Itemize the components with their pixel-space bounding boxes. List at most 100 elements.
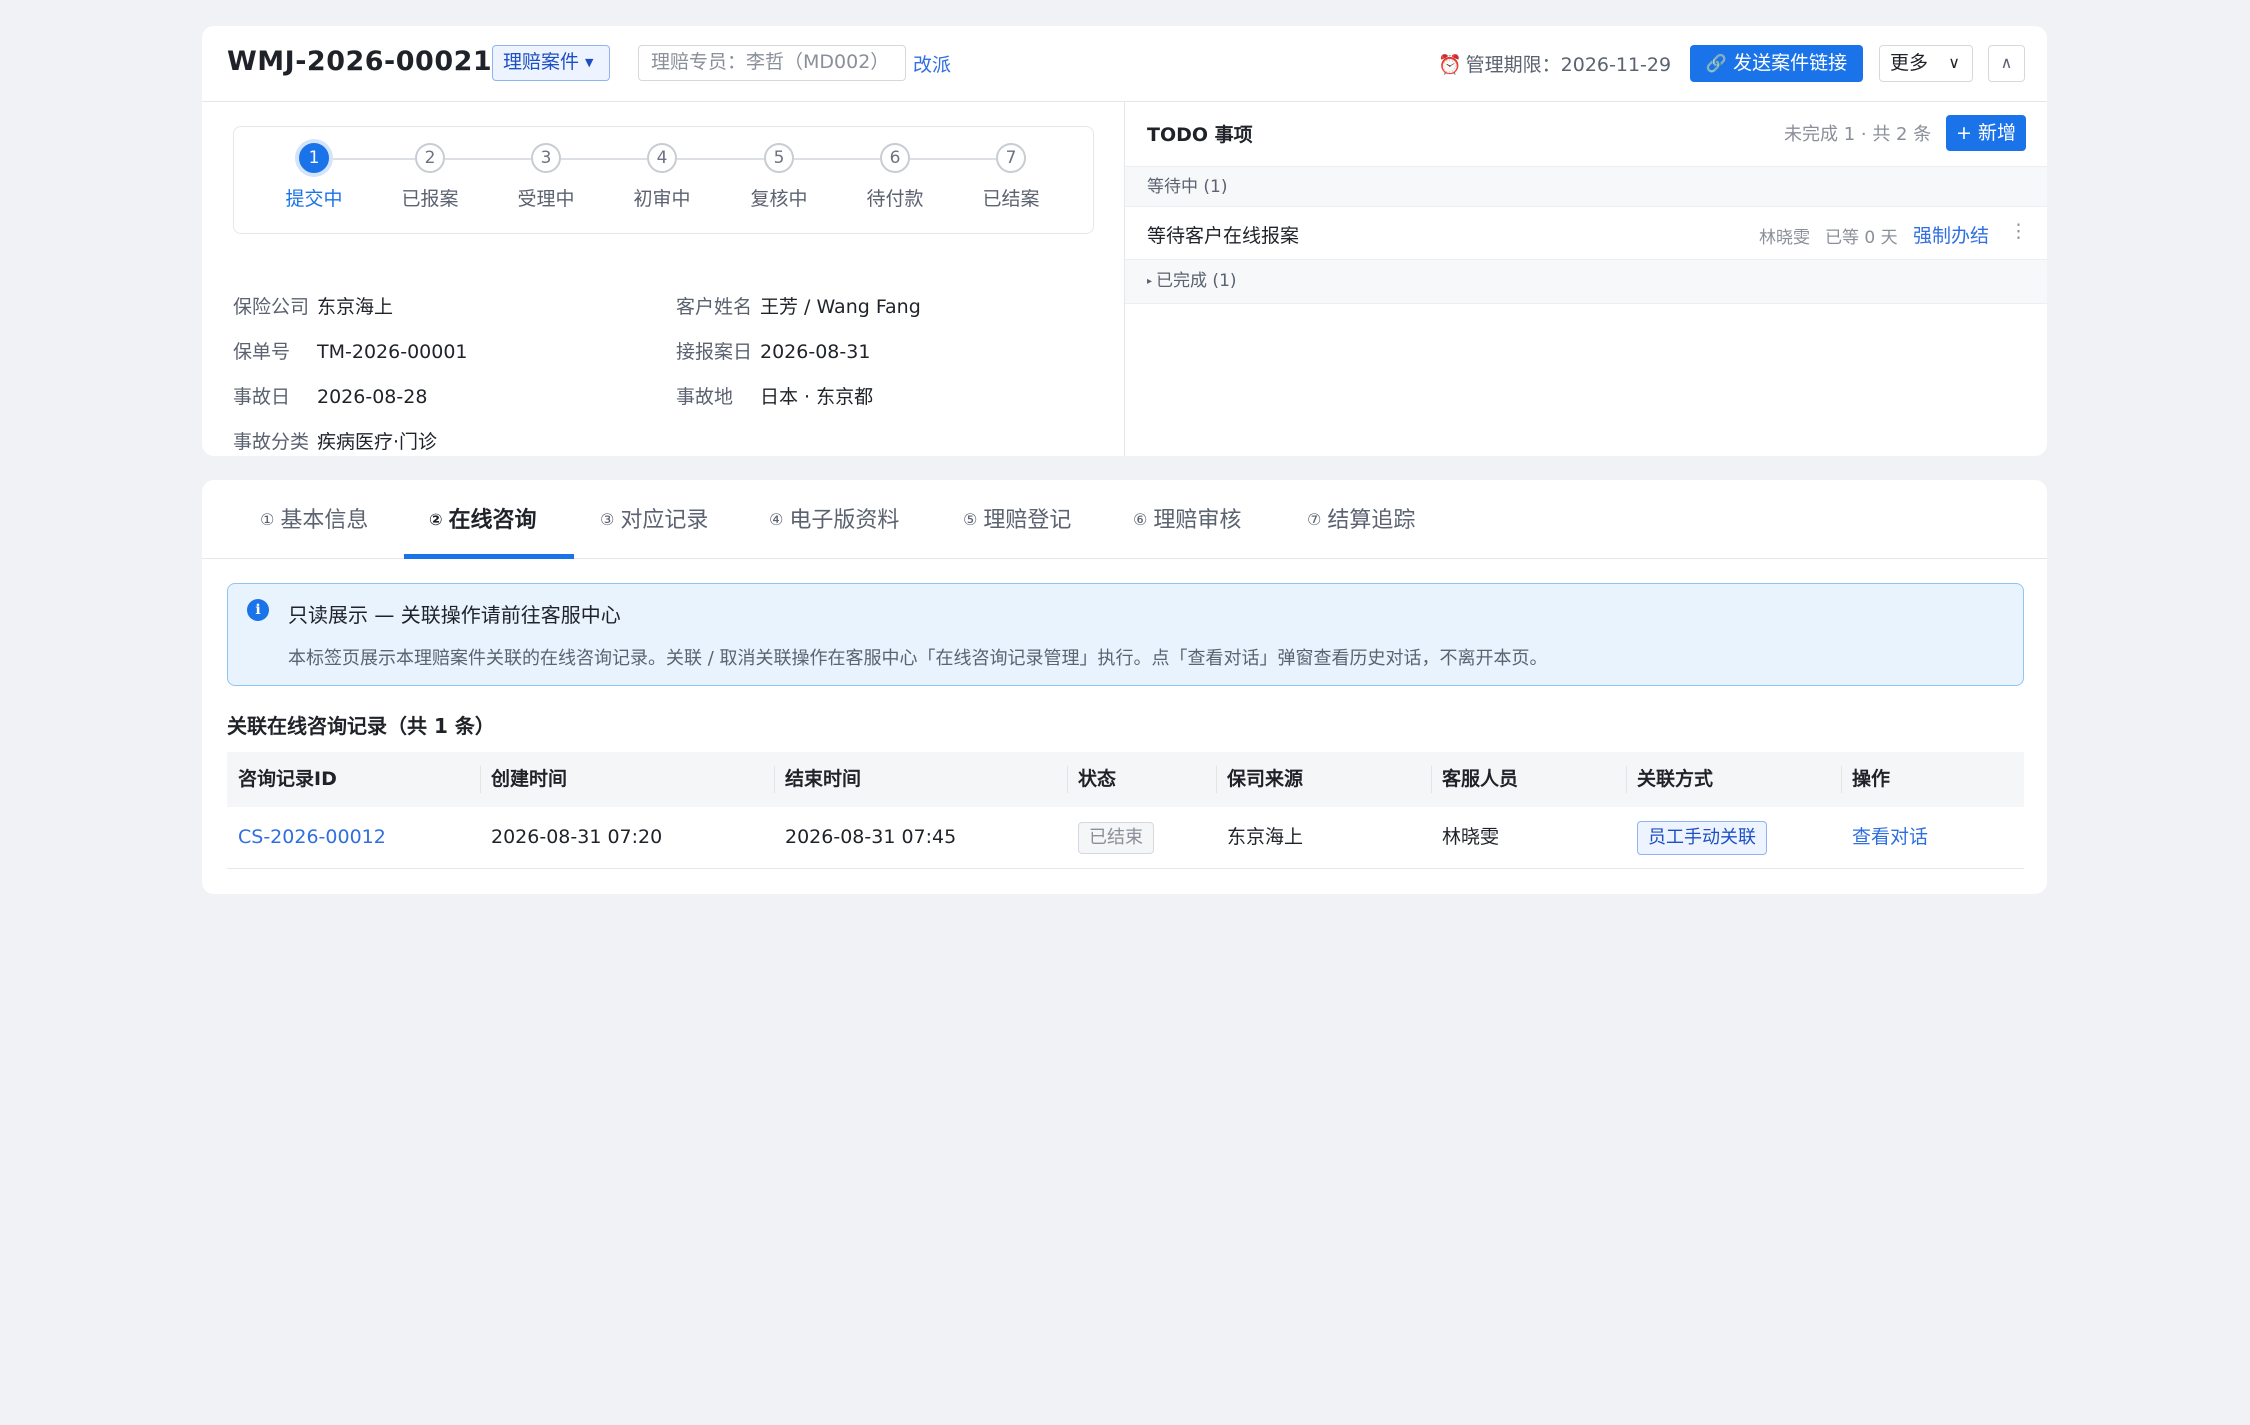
step-1: 1 提交中 — [264, 143, 364, 211]
tab-label: 电子版资料 — [789, 508, 900, 533]
info-value: 疾病医疗·门诊 — [317, 431, 438, 453]
todo-panel: TODO 事项 未完成 1 · 共 2 条 + 新增 等待中 (1) 等待客户在… — [1125, 102, 2047, 456]
tab-label: 基本信息 — [280, 508, 369, 533]
info-label: 保险公司 — [233, 296, 310, 318]
todo-group-done-label: 已完成 (1) — [1156, 271, 1237, 291]
table-row: CS-2026-00012 2026-08-31 07:20 2026-08-3… — [227, 807, 2024, 869]
info-value: 2026-08-28 — [317, 386, 428, 408]
tab-label: 理赔登记 — [983, 508, 1072, 533]
tab-5[interactable]: ⑤ 理赔登记 — [963, 502, 1071, 559]
step-connector — [561, 158, 647, 160]
col-header-agent: 客服人员 — [1442, 768, 1519, 790]
col-header-status: 状态 — [1078, 768, 1117, 790]
info-value: 东京海上 — [317, 296, 394, 318]
todo-item-wait: 已等 0 天 — [1825, 228, 1898, 248]
todo-title: TODO 事项 — [1147, 124, 1253, 146]
case-type-dropdown[interactable]: 理赔案件 ▼ — [492, 45, 610, 81]
col-header-ended: 结束时间 — [785, 768, 862, 790]
tab-number: ① — [260, 510, 275, 529]
col-header-insurer: 保司来源 — [1227, 768, 1304, 790]
more-label: 更多 — [1890, 52, 1929, 74]
send-case-link-button[interactable]: 🔗 发送案件链接 — [1690, 45, 1863, 82]
info-report-date: 接报案日 2026-08-31 — [676, 337, 870, 364]
record-id-link[interactable]: CS-2026-00012 — [227, 807, 386, 868]
info-value: 王芳 / Wang Fang — [760, 296, 921, 318]
todo-item: 等待客户在线报案 林晓雯 已等 0 天 强制办结 ⋮ — [1125, 208, 2047, 259]
view-conversation-link[interactable]: 查看对话 — [1841, 807, 1928, 868]
collapse-button[interactable]: ∧ — [1988, 45, 2025, 82]
tab-3[interactable]: ③ 对应记录 — [600, 502, 708, 559]
caret-down-icon: ▼ — [585, 56, 594, 69]
tab-label: 结算追踪 — [1327, 508, 1416, 533]
step-connector — [677, 158, 764, 160]
todo-count: 未完成 1 · 共 2 条 — [1784, 124, 1932, 145]
info-category: 事故分类 疾病医疗·门诊 — [233, 427, 437, 454]
deadline: ⏰ 管理期限：2026-11-29 — [1438, 50, 1671, 77]
info-value: TM-2026-00001 — [317, 341, 468, 363]
step-number: 4 — [647, 143, 677, 173]
step-4: 4 初审中 — [612, 143, 712, 211]
tab-label: 对应记录 — [620, 508, 709, 533]
info-label: 客户姓名 — [676, 296, 753, 318]
force-complete-link[interactable]: 强制办结 — [1913, 221, 1989, 248]
records-title: 关联在线咨询记录（共 1 条） — [227, 714, 495, 738]
active-tab-indicator — [404, 554, 574, 559]
more-dropdown[interactable]: 更多 ∨ — [1879, 45, 1973, 82]
step-number: 5 — [764, 143, 794, 173]
step-connector — [794, 158, 880, 160]
step-label: 初审中 — [633, 188, 691, 210]
info-value: 2026-08-31 — [760, 341, 871, 363]
chevron-down-icon: ∨ — [1948, 53, 1960, 72]
record-status: 已结束 — [1067, 807, 1154, 868]
step-2: 2 已报案 — [380, 143, 480, 211]
step-3: 3 受理中 — [496, 143, 596, 211]
progress-steps: 1 提交中 2 已报案 3 受理中 4 初审中 5 复核中 6 待付款 7 已结案 — [233, 126, 1094, 234]
deadline-text: 管理期限：2026-11-29 — [1465, 54, 1672, 76]
tab-bar: ① 基本信息 ② 在线咨询 ③ 对应记录 ④ 电子版资料 ⑤ 理赔登记 ⑥ 理赔审核 ⑦ 结算追踪 — [202, 480, 2047, 559]
col-header-created: 创建时间 — [491, 768, 568, 790]
step-7: 7 已结案 — [961, 143, 1061, 211]
tab-7[interactable]: ⑦ 结算追踪 — [1307, 502, 1415, 559]
info-label: 事故日 — [233, 386, 291, 408]
tab-number: ③ — [600, 510, 615, 529]
notice-title: 只读展示 — 关联操作请前往客服中心 — [288, 603, 621, 627]
tab-6[interactable]: ⑥ 理赔审核 — [1133, 502, 1241, 559]
tab-4[interactable]: ④ 电子版资料 — [769, 502, 899, 559]
todo-group-done[interactable]: ▸ 已完成 (1) — [1125, 259, 2047, 304]
tab-number: ⑦ — [1307, 510, 1322, 529]
send-link-label: 发送案件链接 — [1733, 52, 1848, 74]
tab-2[interactable]: ② 在线咨询 — [429, 502, 537, 559]
tab-number: ⑥ — [1133, 510, 1148, 529]
add-todo-button[interactable]: + 新增 — [1946, 115, 2026, 151]
info-label: 事故分类 — [233, 431, 310, 453]
assignee-field[interactable]: 理赔专员：李哲（MD002） — [638, 45, 906, 81]
col-header-link-type: 关联方式 — [1637, 768, 1714, 790]
step-label: 提交中 — [285, 188, 343, 210]
col-header-action: 操作 — [1852, 768, 1891, 790]
kebab-menu-icon[interactable]: ⋮ — [2009, 220, 2028, 242]
case-header: WMJ-2026-00021 理赔案件 ▼ 理赔专员：李哲（MD002） 改派 ⏰… — [202, 26, 2047, 102]
table-header: 咨询记录ID 创建时间 结束时间 状态 保司来源 客服人员 关联方式 操作 — [227, 752, 2024, 807]
tab-label: 在线咨询 — [448, 508, 537, 533]
todo-group-pending[interactable]: 等待中 (1) — [1125, 166, 2047, 207]
reassign-link[interactable]: 改派 — [913, 50, 951, 77]
tab-1[interactable]: ① 基本信息 — [260, 502, 368, 559]
tab-number: ④ — [769, 510, 784, 529]
step-label: 待付款 — [866, 188, 924, 210]
case-type-label: 理赔案件 — [503, 51, 580, 73]
step-connector — [910, 158, 996, 160]
info-customer: 客户姓名 王芳 / Wang Fang — [676, 292, 921, 319]
step-5: 5 复核中 — [729, 143, 829, 211]
step-number: 7 — [996, 143, 1026, 173]
case-id: WMJ-2026-00021 — [227, 46, 493, 77]
todo-item-owner: 林晓雯 — [1759, 228, 1810, 248]
tab-number: ⑤ — [963, 510, 978, 529]
step-label: 已结案 — [982, 188, 1040, 210]
step-number: 6 — [880, 143, 910, 173]
info-insurer: 保险公司 东京海上 — [233, 292, 393, 319]
case-summary-card: WMJ-2026-00021 理赔案件 ▼ 理赔专员：李哲（MD002） 改派 ⏰… — [202, 26, 2047, 456]
notice-desc: 本标签页展示本理赔案件关联的在线咨询记录。关联 / 取消关联操作在客服中心「在线… — [288, 648, 1548, 669]
step-number: 2 — [415, 143, 445, 173]
step-label: 复核中 — [750, 188, 808, 210]
info-policy: 保单号 TM-2026-00001 — [233, 337, 468, 364]
